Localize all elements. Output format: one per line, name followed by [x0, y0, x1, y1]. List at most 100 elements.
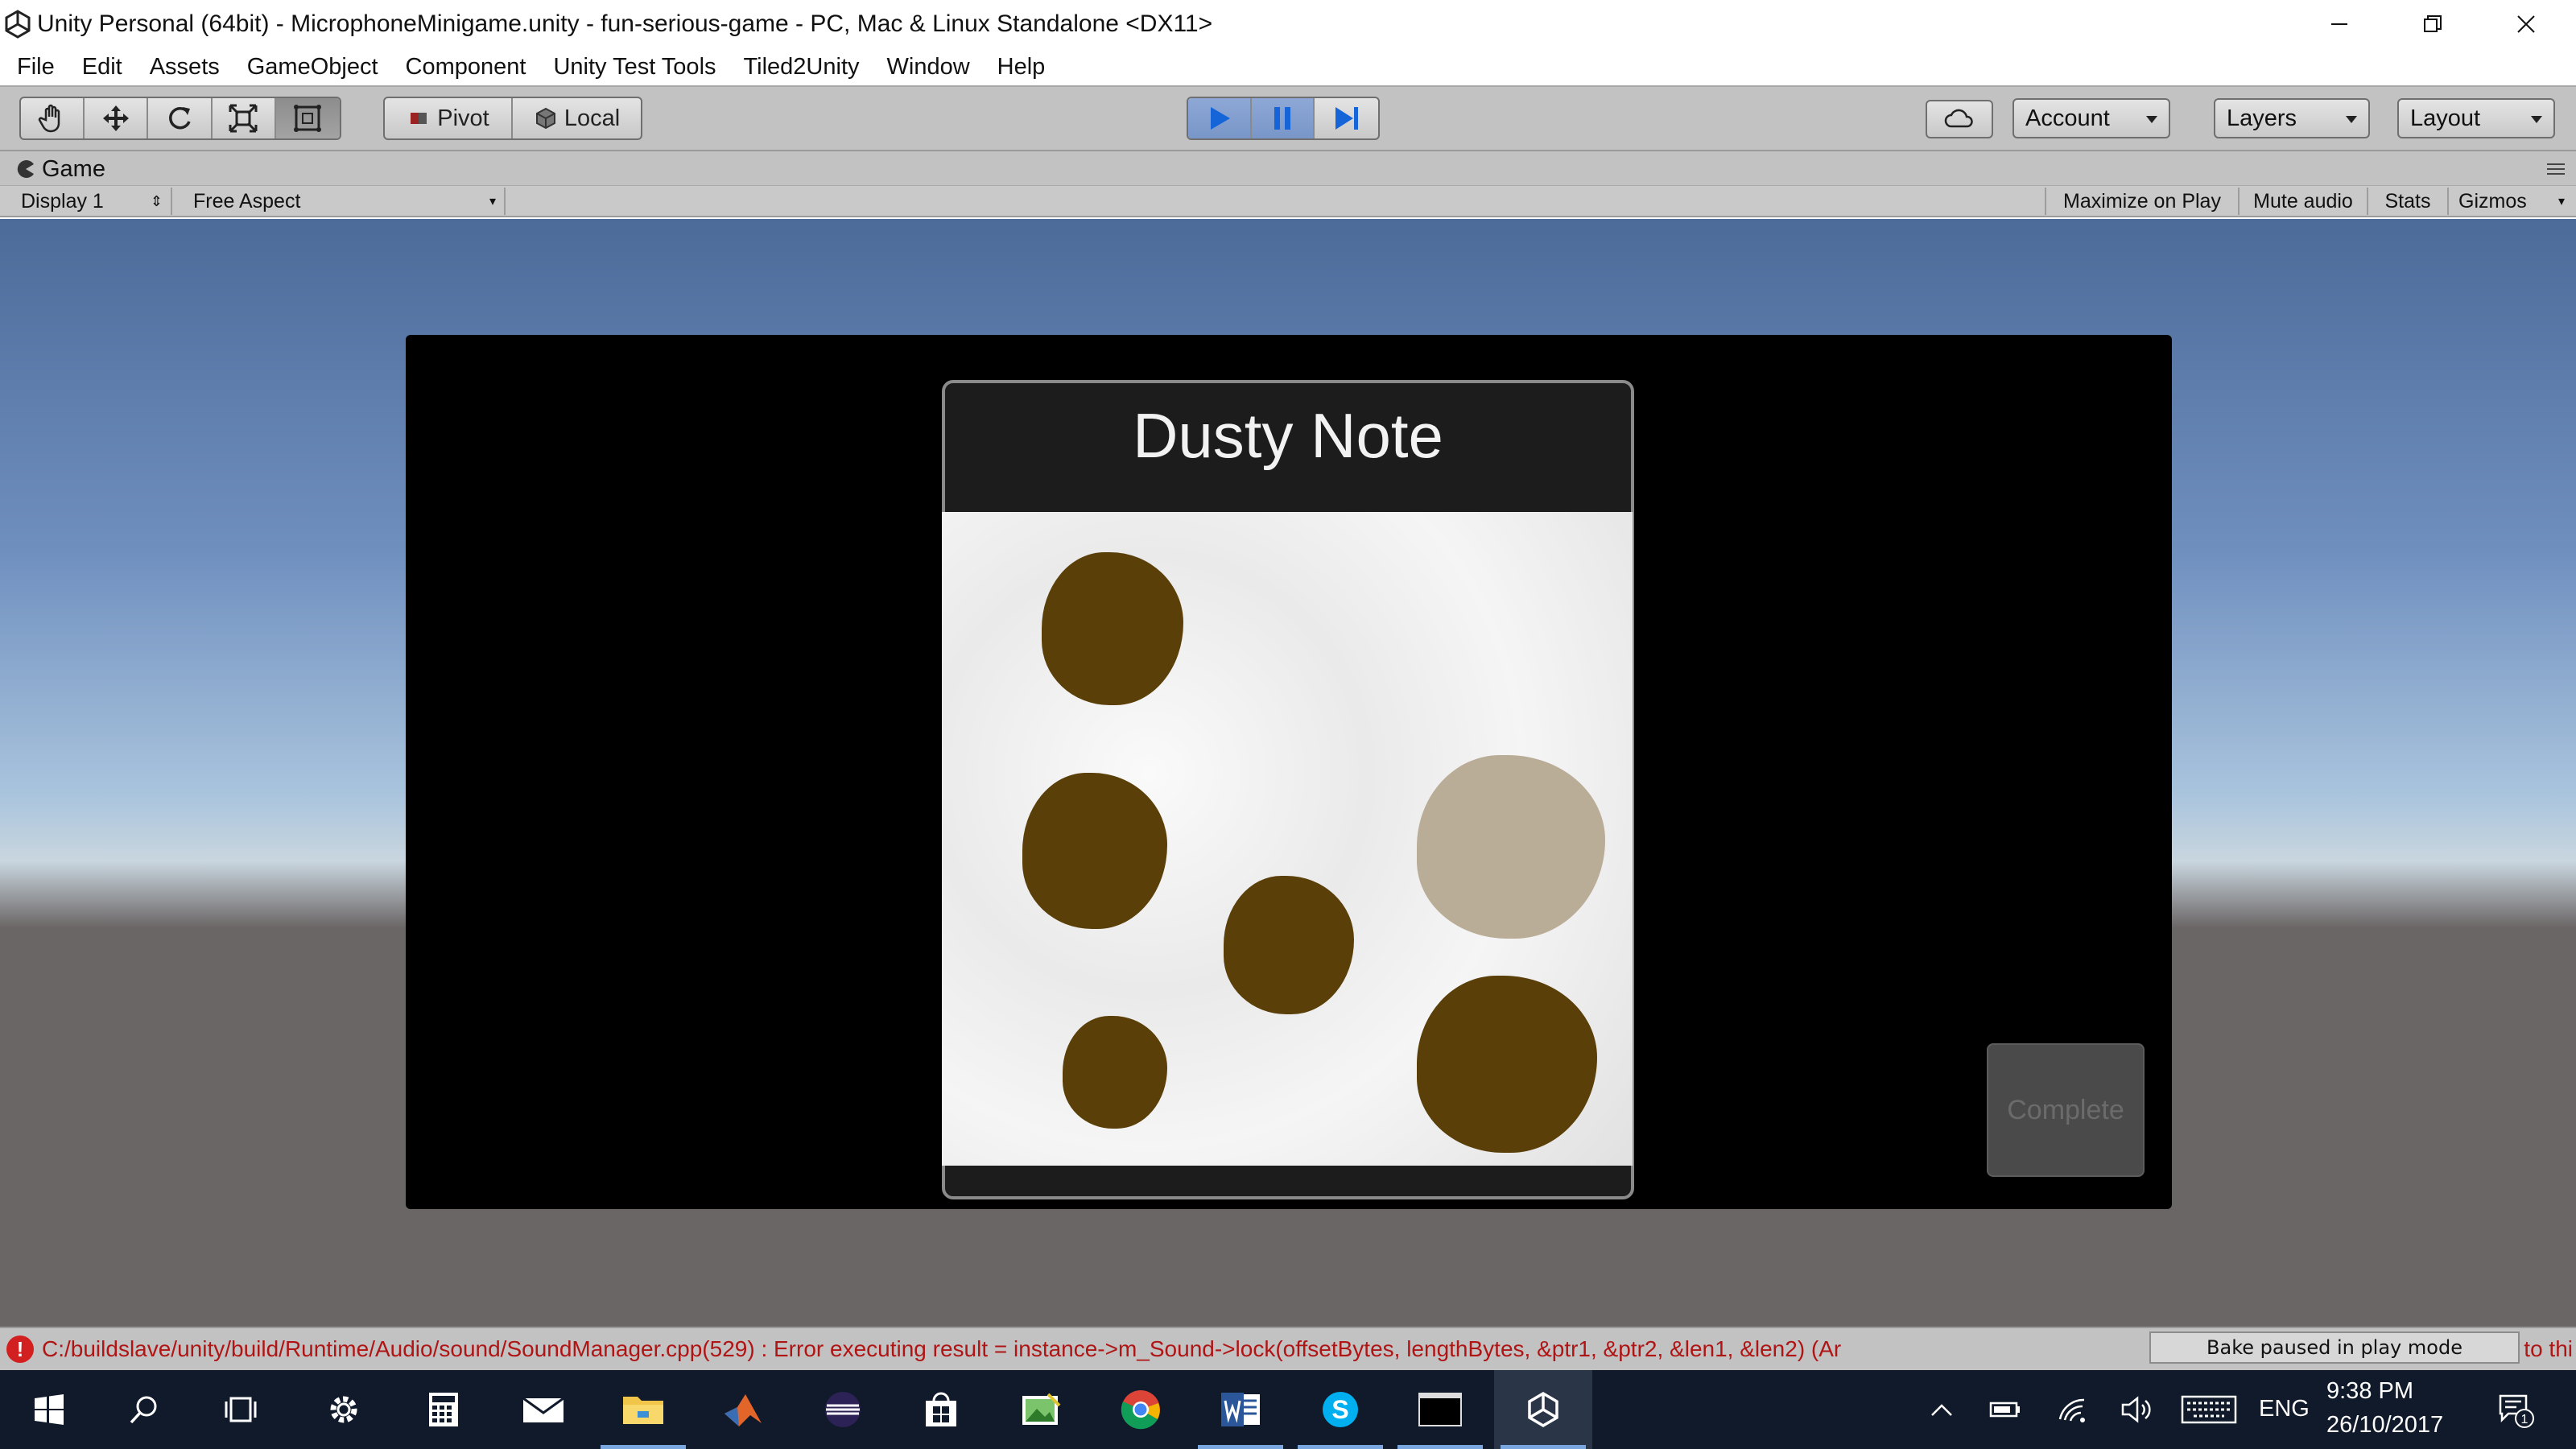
play-icon [1211, 107, 1231, 130]
cloud-icon [1944, 109, 1973, 128]
local-cube-icon [535, 107, 555, 130]
mail-icon [522, 1397, 564, 1422]
step-icon [1335, 107, 1358, 130]
menu-edit[interactable]: Edit [68, 54, 136, 80]
pivot-button[interactable]: Pivot [385, 98, 513, 138]
taskbar-eclipse[interactable] [794, 1370, 892, 1449]
taskbar-skype[interactable]: S [1291, 1370, 1389, 1449]
taskbar-settings[interactable] [295, 1370, 393, 1449]
tray-overflow[interactable] [1926, 1370, 1958, 1449]
scale-tool-button[interactable] [213, 98, 276, 138]
chevron-up-icon [1931, 1404, 1952, 1416]
taskbar-chrome[interactable] [1092, 1370, 1190, 1449]
pivot-label: Pivot [437, 105, 489, 131]
note-title: Dusty Note [1133, 400, 1443, 471]
menu-window[interactable]: Window [873, 54, 984, 80]
taskbar-photos[interactable] [992, 1370, 1090, 1449]
task-view-button[interactable] [192, 1370, 290, 1449]
action-center-button[interactable]: 1 [2487, 1370, 2544, 1449]
scale-icon [229, 104, 258, 133]
pause-icon [1274, 107, 1290, 130]
console-error-message[interactable]: C:/buildslave/unity/build/Runtime/Audio/… [42, 1336, 2135, 1362]
restore-button[interactable] [2386, 0, 2479, 48]
move-tool-button[interactable] [85, 98, 149, 138]
speaker-icon [2121, 1396, 2151, 1423]
panel-menu-icon[interactable] [2544, 161, 2568, 177]
start-button[interactable] [0, 1370, 98, 1449]
dust-stain-fading[interactable] [1417, 755, 1605, 939]
error-icon: ! [6, 1335, 34, 1363]
dust-stain[interactable] [1224, 876, 1354, 1014]
close-button[interactable] [2479, 0, 2573, 48]
menu-file[interactable]: File [3, 54, 68, 80]
crumpled-paper[interactable] [942, 512, 1633, 1166]
dust-stain[interactable] [1042, 552, 1183, 705]
eclipse-icon [825, 1392, 861, 1427]
step-button[interactable] [1315, 98, 1378, 138]
unity-icon [1528, 1391, 1558, 1428]
chrome-icon [1121, 1390, 1160, 1430]
mute-label: Mute audio [2253, 189, 2353, 213]
maximize-on-play-toggle[interactable]: Maximize on Play [2045, 188, 2238, 215]
clock-date[interactable]: 26/10/2017 [2326, 1412, 2443, 1439]
tray-network[interactable] [2053, 1370, 2093, 1449]
minimize-button[interactable] [2293, 0, 2386, 48]
dust-stain[interactable] [1417, 976, 1597, 1153]
layout-dropdown[interactable]: Layout [2397, 98, 2555, 138]
menu-assets[interactable]: Assets [136, 54, 233, 80]
complete-button[interactable]: Complete [1987, 1043, 2145, 1177]
pivot-icon [411, 113, 427, 124]
layout-label: Layout [2410, 105, 2481, 131]
play-button[interactable] [1188, 98, 1252, 138]
aspect-label: Free Aspect [193, 189, 301, 213]
taskbar-matlab[interactable] [694, 1370, 792, 1449]
game-tab-label: Game [42, 155, 105, 182]
unity-logo-icon [5, 10, 31, 39]
layers-label: Layers [2227, 105, 2297, 131]
taskbar-unity[interactable] [1494, 1370, 1592, 1449]
console-error-tail: to thi [2524, 1336, 2573, 1361]
taskbar-file-explorer[interactable] [594, 1370, 692, 1449]
chevron-down-icon: ▾ [489, 195, 496, 208]
mute-audio-toggle[interactable]: Mute audio [2238, 188, 2367, 215]
layers-dropdown[interactable]: Layers [2214, 98, 2370, 138]
stats-toggle[interactable]: Stats [2367, 188, 2447, 215]
move-icon [102, 105, 129, 131]
rotate-tool-button[interactable] [148, 98, 213, 138]
hand-tool-button[interactable] [21, 98, 85, 138]
rect-tool-button[interactable] [275, 98, 340, 138]
keyboard-icon [2181, 1395, 2237, 1424]
taskbar-mail[interactable] [494, 1370, 592, 1449]
tray-battery[interactable] [1985, 1370, 2025, 1449]
aspect-dropdown[interactable]: Free Aspect ▾ [184, 188, 506, 215]
tray-volume[interactable] [2117, 1370, 2157, 1449]
search-button[interactable] [95, 1370, 193, 1449]
language-indicator[interactable]: ENG [2259, 1396, 2310, 1422]
maximize-label: Maximize on Play [2063, 189, 2221, 213]
tray-keyboard[interactable] [2178, 1370, 2240, 1449]
cloud-button[interactable] [1927, 101, 1992, 137]
local-button[interactable]: Local [513, 98, 641, 138]
task-view-icon [225, 1397, 257, 1422]
clock-time[interactable]: 9:38 PM [2326, 1378, 2413, 1405]
menu-tiled2unity[interactable]: Tiled2Unity [730, 54, 873, 80]
taskbar-calculator[interactable] [394, 1370, 493, 1449]
pause-button[interactable] [1251, 98, 1315, 138]
gizmos-label: Gizmos [2458, 189, 2527, 213]
dust-stain[interactable] [1063, 1016, 1167, 1129]
taskbar-terminal[interactable] [1391, 1370, 1489, 1449]
word-icon [1221, 1393, 1260, 1426]
menu-help[interactable]: Help [984, 54, 1059, 80]
taskbar-word[interactable] [1191, 1370, 1290, 1449]
game-tab[interactable]: Game [16, 155, 105, 184]
menu-gameobject[interactable]: GameObject [233, 54, 392, 80]
status-bar[interactable]: ! C:/buildslave/unity/build/Runtime/Audi… [0, 1327, 2576, 1370]
taskbar-store[interactable] [892, 1370, 990, 1449]
menu-unity-test-tools[interactable]: Unity Test Tools [539, 54, 729, 80]
account-dropdown[interactable]: Account [2013, 98, 2170, 138]
dust-stain[interactable] [1022, 773, 1167, 929]
display-dropdown[interactable]: Display 1 ⇕ [11, 188, 172, 215]
display-label: Display 1 [21, 189, 104, 213]
gizmos-dropdown[interactable]: Gizmos ▾ [2447, 188, 2573, 215]
menu-component[interactable]: Component [392, 54, 540, 80]
